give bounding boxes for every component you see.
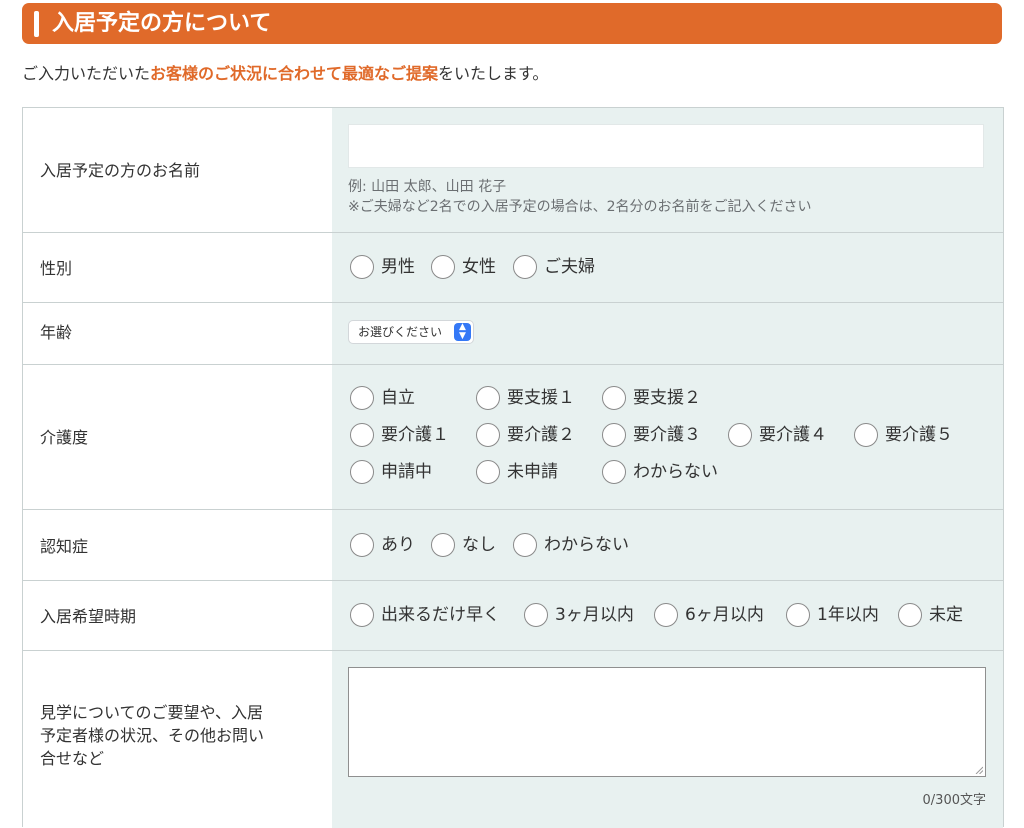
radio-circle-icon[interactable] bbox=[431, 255, 455, 279]
intro-text: ご入力いただいたお客様のご状況に合わせて最適なご提案をいたします。 bbox=[22, 62, 548, 86]
move-in-timing-label: 入居希望時期 bbox=[40, 607, 137, 626]
gender-label: 性別 bbox=[40, 259, 73, 278]
radio-label: ご夫婦 bbox=[544, 257, 595, 277]
radio-label: 申請中 bbox=[381, 462, 432, 482]
name-input[interactable] bbox=[348, 124, 984, 168]
row-move-in-timing: 入居希望時期 出来るだけ早く 3ヶ月以内 6ヶ月以内 1年以内 未定 bbox=[23, 580, 1003, 651]
radio-circle-icon[interactable] bbox=[350, 386, 374, 410]
row-requests: 見学についてのご要望や、入居 予定者様の状況、その他お問い 合せなど 0/300… bbox=[23, 650, 1003, 828]
radio-circle-icon[interactable] bbox=[350, 423, 374, 447]
intro-before: ご入力いただいた bbox=[22, 64, 151, 83]
radio-label: なし bbox=[462, 535, 496, 555]
dementia-label: 認知症 bbox=[40, 537, 89, 556]
radio-label: 要支援２ bbox=[633, 388, 701, 408]
requests-label-line-3: 合せなど bbox=[40, 749, 105, 768]
form-table: 入居予定の方のお名前 例: 山田 太郎、山田 花子 ※ご夫婦など2名での入居予定… bbox=[22, 107, 1004, 828]
radio-circle-icon[interactable] bbox=[350, 460, 374, 484]
radio-label: 要支援１ bbox=[507, 388, 575, 408]
radio-circle-icon[interactable] bbox=[476, 460, 500, 484]
name-label: 入居予定の方のお名前 bbox=[40, 161, 201, 180]
radio-circle-icon[interactable] bbox=[898, 603, 922, 627]
requests-label-line-1: 見学についてのご要望や、入居 bbox=[40, 703, 264, 722]
row-name: 入居予定の方のお名前 例: 山田 太郎、山田 花子 ※ご夫婦など2名での入居予定… bbox=[23, 107, 1003, 233]
radio-label: 未定 bbox=[929, 605, 963, 625]
age-select-value: お選びください bbox=[358, 325, 443, 339]
radio-circle-icon[interactable] bbox=[654, 603, 678, 627]
radio-label: 要介護１ bbox=[381, 425, 449, 445]
resize-grip-icon[interactable] bbox=[975, 766, 983, 774]
radio-label: 女性 bbox=[462, 257, 496, 277]
radio-circle-icon[interactable] bbox=[602, 423, 626, 447]
radio-circle-icon[interactable] bbox=[854, 423, 878, 447]
radio-label: 要介護２ bbox=[507, 425, 575, 445]
character-counter: 0/300文字 bbox=[922, 793, 986, 808]
requests-textarea[interactable] bbox=[348, 667, 986, 777]
name-hint-note: ※ご夫婦など2名での入居予定の場合は、2名分のお名前をご記入ください bbox=[348, 199, 812, 215]
radio-circle-icon[interactable] bbox=[524, 603, 548, 627]
radio-label: 要介護３ bbox=[633, 425, 701, 445]
radio-label: わからない bbox=[544, 535, 629, 555]
radio-label: わからない bbox=[633, 462, 718, 482]
age-label: 年齢 bbox=[40, 323, 73, 342]
radio-label: 出来るだけ早く bbox=[381, 605, 500, 625]
intro-after: をいたします。 bbox=[438, 64, 549, 83]
radio-label: 1年以内 bbox=[817, 605, 879, 625]
intro-highlight: お客様のご状況に合わせて最適なご提案 bbox=[150, 64, 439, 83]
radio-label: 3ヶ月以内 bbox=[555, 605, 634, 625]
radio-circle-icon[interactable] bbox=[350, 603, 374, 627]
requests-label-line-2: 予定者様の状況、その他お問い bbox=[40, 726, 265, 745]
radio-circle-icon[interactable] bbox=[602, 386, 626, 410]
radio-circle-icon[interactable] bbox=[786, 603, 810, 627]
name-hint-example: 例: 山田 太郎、山田 花子 bbox=[348, 179, 507, 195]
row-dementia: 認知症 あり なし わからない bbox=[23, 509, 1003, 581]
section-header: 入居予定の方について bbox=[22, 3, 1002, 44]
radio-circle-icon[interactable] bbox=[602, 460, 626, 484]
radio-label: 要介護４ bbox=[759, 425, 827, 445]
radio-label: 6ヶ月以内 bbox=[685, 605, 764, 625]
radio-label: あり bbox=[381, 535, 415, 555]
radio-circle-icon[interactable] bbox=[513, 533, 537, 557]
radio-circle-icon[interactable] bbox=[350, 255, 374, 279]
radio-label: 未申請 bbox=[507, 462, 558, 482]
radio-circle-icon[interactable] bbox=[476, 423, 500, 447]
radio-label: 男性 bbox=[381, 257, 415, 277]
header-accent-bar bbox=[34, 11, 39, 37]
section-title: 入居予定の方について bbox=[52, 11, 272, 36]
radio-circle-icon[interactable] bbox=[350, 533, 374, 557]
age-select[interactable]: お選びください ▲ ▼ bbox=[348, 320, 474, 344]
radio-label: 自立 bbox=[381, 388, 415, 408]
row-care-level: 介護度 自立 要支援１ 要支援２ 要介護１ 要介護２ 要介護３ 要介護４ 要介護… bbox=[23, 364, 1003, 510]
care-level-label: 介護度 bbox=[40, 428, 89, 447]
row-gender: 性別 男性 女性 ご夫婦 bbox=[23, 232, 1003, 303]
radio-label: 要介護５ bbox=[885, 425, 953, 445]
radio-circle-icon[interactable] bbox=[513, 255, 537, 279]
radio-circle-icon[interactable] bbox=[728, 423, 752, 447]
radio-circle-icon[interactable] bbox=[431, 533, 455, 557]
radio-circle-icon[interactable] bbox=[476, 386, 500, 410]
row-age: 年齢 お選びください ▲ ▼ bbox=[23, 302, 1003, 365]
up-down-chevron-icon: ▲ ▼ bbox=[454, 323, 471, 341]
